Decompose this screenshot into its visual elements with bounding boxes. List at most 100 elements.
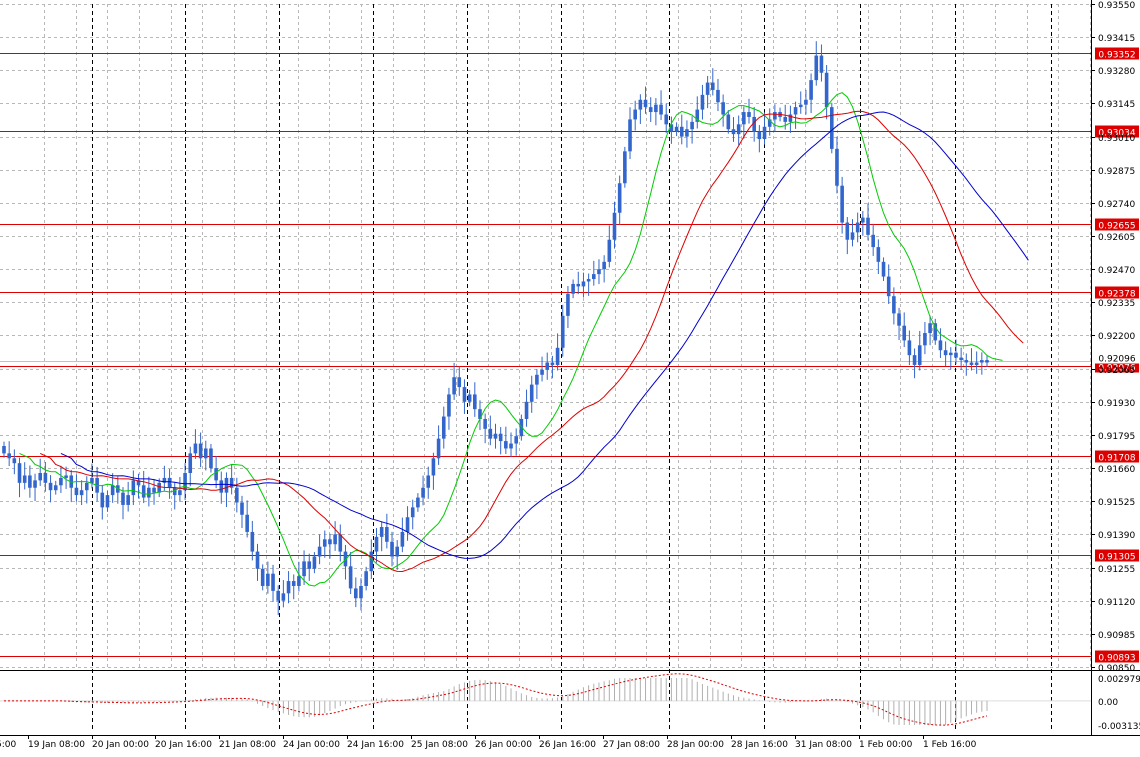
candle-body xyxy=(581,281,586,287)
candle-body xyxy=(17,463,22,483)
candle-body xyxy=(90,477,94,483)
candle-body xyxy=(317,546,322,557)
price-tick-label: 0.93550 xyxy=(1098,1,1135,11)
candle-body xyxy=(276,590,281,601)
candle-body xyxy=(835,148,839,186)
candle-body xyxy=(969,362,974,365)
price-tick-label: 0.92740 xyxy=(1098,200,1135,210)
candle-body xyxy=(178,490,182,496)
candle-body xyxy=(855,222,860,233)
candle-body xyxy=(338,534,343,552)
candle-body xyxy=(379,527,384,537)
candle-body xyxy=(721,102,725,115)
time-tick-label: 28 Jan 00:00 xyxy=(667,740,724,750)
candle-body xyxy=(726,114,731,130)
candle-body xyxy=(405,517,410,532)
price-tick-label: 0.93280 xyxy=(1098,67,1135,77)
candle-body xyxy=(447,394,451,417)
candle-body xyxy=(157,482,162,493)
candle-body xyxy=(198,443,203,459)
candle-body xyxy=(188,453,193,474)
candle-body xyxy=(700,94,705,110)
candle-body xyxy=(235,487,239,503)
candle-body xyxy=(286,581,291,594)
candle-body xyxy=(255,551,260,569)
candle-body xyxy=(498,433,503,442)
candle-body xyxy=(193,443,198,454)
candle-body xyxy=(633,109,637,120)
candle-body xyxy=(892,296,896,314)
candle-body xyxy=(152,487,156,493)
level-price-label: 0.91305 xyxy=(1098,553,1135,563)
price-tick-label: 0.91930 xyxy=(1098,399,1135,409)
price-tick-label: 0.91255 xyxy=(1098,565,1135,575)
candle-body xyxy=(452,377,456,395)
candle-body xyxy=(110,485,115,496)
candle-body xyxy=(410,507,415,518)
candle-body xyxy=(607,239,612,262)
candle-body xyxy=(804,99,808,105)
candle-body xyxy=(664,114,669,125)
time-tick-label: 19 Jan 08:00 xyxy=(28,740,85,750)
osc-tick-label: -0.003135 xyxy=(1098,722,1140,732)
candle-body xyxy=(840,185,844,223)
candle-body xyxy=(529,384,534,402)
candle-body xyxy=(2,446,6,454)
candle-body xyxy=(121,492,125,505)
osc-tick-label: 0.00 xyxy=(1098,698,1118,708)
candle-body xyxy=(762,126,767,140)
candle-body xyxy=(928,323,932,334)
candle-body xyxy=(550,362,555,365)
candle-body xyxy=(912,355,917,365)
candle-body xyxy=(597,269,601,275)
candle-body xyxy=(524,401,529,419)
time-tick-label: 26 Jan 00:00 xyxy=(475,740,532,750)
price-tick-label: 0.91390 xyxy=(1098,531,1135,541)
candle-body xyxy=(245,514,249,532)
candle-body xyxy=(400,531,405,547)
candle-body xyxy=(509,443,513,449)
candle-body xyxy=(555,347,560,365)
candle-body xyxy=(923,333,927,346)
candle-body xyxy=(126,495,130,505)
price-tick-label: 0.92470 xyxy=(1098,266,1135,276)
time-tick-label: 25 Jan 08:00 xyxy=(411,740,468,750)
price-chart[interactable]: 0.933520.930340.926550.923780.920760.917… xyxy=(0,0,1140,757)
candle-body xyxy=(742,112,746,125)
candle-body xyxy=(33,480,37,488)
candle-body xyxy=(224,477,229,493)
candle-body xyxy=(250,531,255,552)
level-price-label: 0.90893 xyxy=(1098,654,1135,664)
candle-body xyxy=(483,418,487,429)
candle-body xyxy=(917,345,922,365)
candle-body xyxy=(514,436,518,444)
candle-body xyxy=(240,502,244,515)
candle-body xyxy=(943,350,948,356)
level-price-label: 0.91708 xyxy=(1098,454,1135,464)
candle-body xyxy=(876,247,881,262)
time-tick-label: 20 Jan 00:00 xyxy=(92,740,149,750)
candle-body xyxy=(659,104,663,115)
candle-body xyxy=(638,99,643,110)
candle-body xyxy=(907,340,912,356)
candle-body xyxy=(84,482,89,491)
candle-body xyxy=(861,217,865,223)
candle-body xyxy=(954,352,958,358)
candle-body xyxy=(467,394,472,402)
price-tick-label: 0.92605 xyxy=(1098,233,1135,243)
candle-body xyxy=(690,121,694,130)
candle-body xyxy=(504,441,508,449)
candle-body xyxy=(679,126,684,137)
candle-body xyxy=(59,477,63,486)
candle-body xyxy=(22,475,27,483)
candle-body xyxy=(291,581,296,586)
candle-body xyxy=(545,362,550,370)
candle-body xyxy=(493,433,498,439)
candle-body xyxy=(390,541,394,557)
candle-body xyxy=(705,82,710,95)
time-tick-label: 28 Jan 16:00 xyxy=(731,740,788,750)
candle-body xyxy=(938,340,943,351)
candle-body xyxy=(141,485,146,498)
candle-body xyxy=(560,315,565,348)
candle-body xyxy=(478,409,482,419)
